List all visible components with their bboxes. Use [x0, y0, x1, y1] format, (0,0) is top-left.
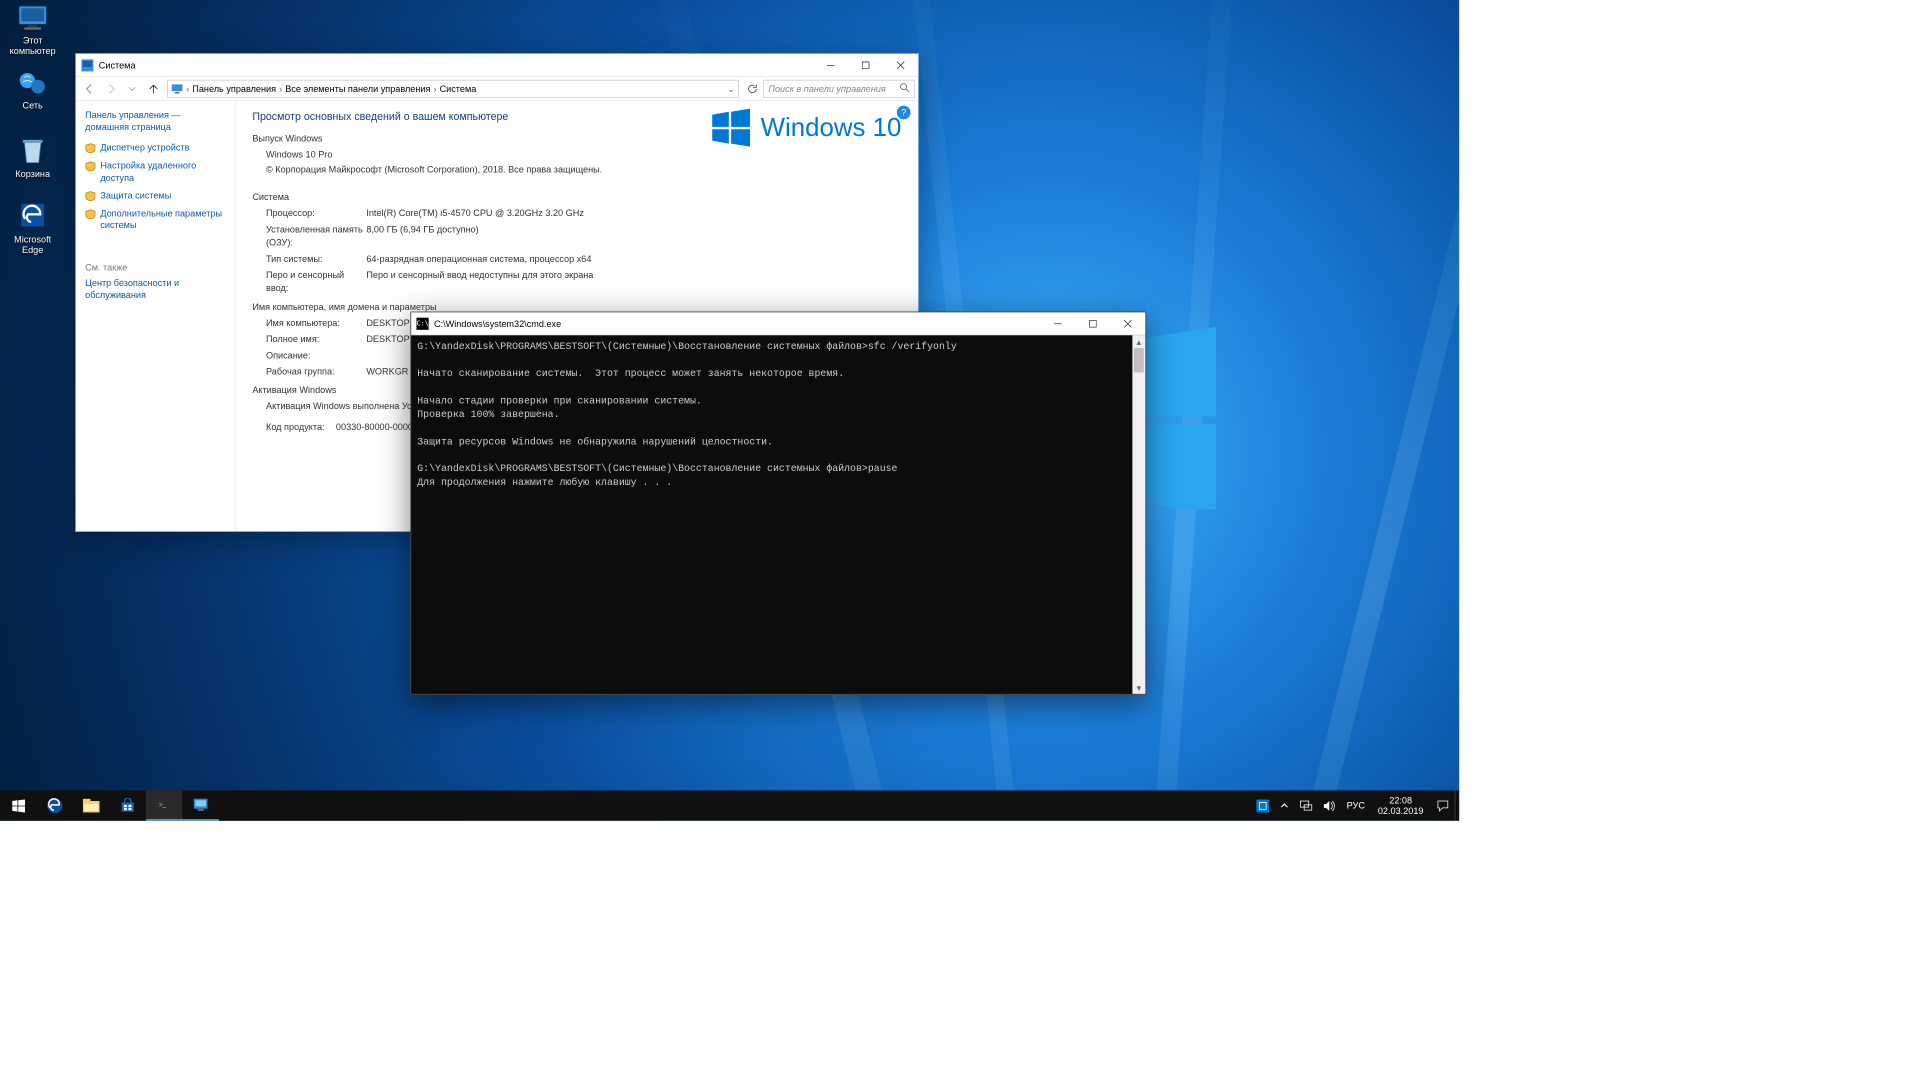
desktop-icon-this-pc[interactable]: Этот компьютер — [3, 5, 62, 57]
label-systype: Тип системы: — [252, 253, 366, 266]
value-systype: 64-разрядная операционная система, проце… — [366, 253, 901, 266]
label-desc: Описание: — [252, 349, 366, 362]
label-workgroup: Рабочая группа: — [252, 365, 366, 378]
pc-icon — [171, 82, 183, 94]
label-ram: Установленная память (ОЗУ): — [252, 223, 366, 249]
taskbar-explorer[interactable] — [73, 790, 109, 820]
cmd-icon: C:\ — [416, 317, 428, 329]
tray-action-center-icon[interactable] — [1431, 790, 1455, 820]
desktop-wallpaper: Этот компьютер Сеть Корзина Microsoft Ed… — [0, 0, 1459, 821]
system-tray: РУС 22:0802.03.2019 — [1251, 790, 1459, 820]
start-button[interactable] — [0, 790, 36, 820]
search-icon — [900, 82, 910, 94]
windows-edition-value: Windows 10 Pro — [252, 148, 332, 161]
scroll-thumb[interactable] — [1134, 348, 1144, 372]
label-pentouch: Перо и сенсорный ввод: — [252, 269, 366, 295]
control-panel-icon — [81, 59, 93, 71]
scroll-up-button[interactable]: ▴ — [1132, 335, 1145, 348]
tray-defender-icon[interactable] — [1251, 790, 1275, 820]
cmd-close-button[interactable] — [1110, 312, 1145, 335]
label-productid: Код продукта: — [252, 421, 336, 434]
cmd-minimize-button[interactable] — [1040, 312, 1075, 335]
desktop-icon-label: Microsoft Edge — [3, 234, 62, 255]
nav-back-button[interactable] — [79, 78, 100, 99]
desktop-icon-edge[interactable]: Microsoft Edge — [3, 201, 62, 256]
desktop-icon-label: Корзина — [3, 169, 62, 180]
scroll-down-button[interactable]: ▾ — [1132, 681, 1145, 694]
tray-clock[interactable]: 22:0802.03.2019 — [1370, 795, 1431, 817]
tray-chevron-up-icon[interactable] — [1274, 790, 1294, 820]
section-system: Система — [252, 192, 901, 203]
sidebar-link-security-center[interactable]: Центр безопасности и обслуживания — [85, 277, 226, 301]
shield-icon — [85, 143, 96, 154]
sidebar: Панель управления — домашняя страница Ди… — [76, 101, 236, 531]
svg-text:>_: >_ — [159, 802, 167, 809]
label-processor: Процессор: — [252, 207, 366, 220]
minimize-button[interactable] — [813, 54, 848, 77]
desktop-icon-network[interactable]: Сеть — [3, 70, 62, 111]
tray-network-icon[interactable] — [1294, 790, 1318, 820]
taskbar-edge[interactable] — [36, 790, 72, 820]
shield-icon — [85, 209, 96, 220]
breadcrumb[interactable]: ›Панель управления ›Все элементы панели … — [167, 79, 739, 97]
nav-forward-button — [100, 78, 121, 99]
desktop-icon-label: Сеть — [3, 100, 62, 111]
shield-icon — [85, 161, 96, 172]
activation-status: Активация Windows выполнена Ус — [252, 400, 411, 413]
tray-language[interactable]: РУС — [1341, 790, 1370, 820]
window-title: Система — [99, 60, 813, 71]
see-also-heading: См. также — [85, 262, 226, 273]
copyright-text: © Корпорация Майкрософт (Microsoft Corpo… — [252, 164, 901, 175]
search-input[interactable]: Поиск в панели управления — [763, 79, 915, 97]
taskbar-store[interactable] — [109, 790, 145, 820]
taskbar-control-panel[interactable] — [182, 790, 218, 820]
label-cname: Имя компьютера: — [252, 317, 366, 330]
maximize-button[interactable] — [848, 54, 883, 77]
taskbar: >_ РУС 22:0802.03.2019 — [0, 790, 1459, 820]
shield-icon — [85, 191, 96, 202]
nav-bar: ›Панель управления ›Все элементы панели … — [76, 77, 918, 101]
section-computer-name: Имя компьютера, имя домена и параметры — [252, 302, 901, 313]
close-button[interactable] — [883, 54, 918, 77]
nav-recent-dropdown[interactable] — [122, 78, 143, 99]
sidebar-link-advanced[interactable]: Дополнительные параметры системы — [85, 208, 226, 232]
value-pentouch: Перо и сенсорный ввод недоступны для это… — [366, 269, 901, 295]
windows10-logo: Windows 10 — [712, 109, 901, 147]
sidebar-link-device-manager[interactable]: Диспетчер устройств — [85, 142, 226, 154]
nav-up-button[interactable] — [143, 78, 164, 99]
refresh-button[interactable] — [742, 78, 763, 99]
cmd-maximize-button[interactable] — [1075, 312, 1110, 335]
sidebar-home-link[interactable]: Панель управления — домашняя страница — [85, 109, 226, 134]
desktop-icon-label: Этот компьютер — [3, 35, 62, 56]
tray-volume-icon[interactable] — [1318, 790, 1342, 820]
label-fullname: Полное имя: — [252, 333, 366, 346]
show-desktop-button[interactable] — [1455, 790, 1460, 820]
sidebar-link-protection[interactable]: Защита системы — [85, 190, 226, 202]
cmd-scrollbar[interactable]: ▴ ▾ — [1132, 335, 1145, 694]
sidebar-link-remote[interactable]: Настройка удаленного доступа — [85, 160, 226, 184]
search-placeholder: Поиск в панели управления — [768, 83, 885, 94]
cmd-title: C:\Windows\system32\cmd.exe — [434, 318, 1040, 329]
titlebar[interactable]: Система — [76, 54, 918, 77]
value-processor: Intel(R) Core(TM) i5-4570 CPU @ 3.20GHz … — [366, 207, 901, 220]
taskbar-cmd[interactable]: >_ — [146, 790, 182, 820]
cmd-window: C:\ C:\Windows\system32\cmd.exe G:\Yande… — [410, 312, 1146, 695]
cmd-output[interactable]: G:\YandexDisk\PROGRAMS\BESTSOFT\(Системн… — [411, 335, 1145, 694]
desktop-icon-recycle[interactable]: Корзина — [3, 135, 62, 179]
value-ram: 8,00 ГБ (6,94 ГБ доступно) — [366, 223, 901, 249]
